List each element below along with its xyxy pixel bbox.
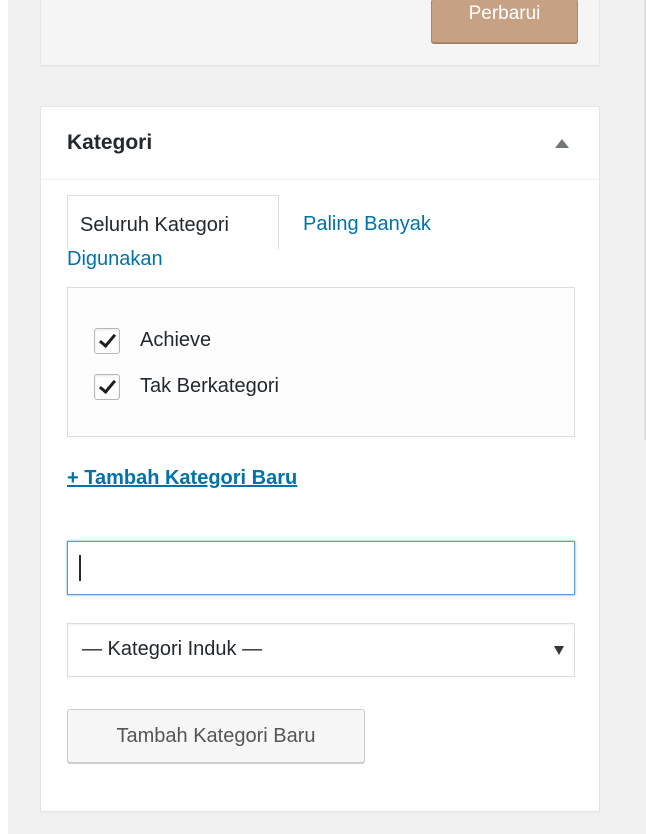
tab-most-used-line2[interactable]: Digunakan (67, 248, 163, 271)
tab-all-categories[interactable]: Seluruh Kategori (67, 195, 279, 249)
category-checklist: Achieve Tak Berkategori (67, 287, 575, 437)
scrollbar[interactable] (640, 0, 646, 834)
triangle-up-icon[interactable] (555, 139, 569, 148)
add-category-button[interactable]: Tambah Kategori Baru (67, 709, 365, 763)
parent-category-selected: — Kategori Induk — (82, 638, 263, 660)
category-box-header[interactable]: Kategori (41, 107, 599, 180)
text-cursor (79, 555, 81, 581)
checkmark-icon (98, 375, 117, 395)
checkmark-icon (98, 329, 117, 349)
update-button[interactable]: Perbarui (431, 0, 578, 43)
category-box: Kategori Seluruh Kategori Paling Banyak … (40, 106, 600, 812)
parent-category-select[interactable]: — Kategori Induk — (67, 623, 575, 677)
category-label[interactable]: Tak Berkategori (140, 375, 279, 398)
chevron-down-icon (554, 646, 564, 655)
category-box-title: Kategori (67, 131, 153, 154)
new-category-input[interactable] (67, 541, 575, 595)
category-label[interactable]: Achieve (140, 329, 211, 352)
add-category-link[interactable]: + Tambah Kategori Baru (67, 467, 297, 490)
checkbox-uncategorized[interactable] (94, 374, 120, 400)
checkbox-achieve[interactable] (94, 328, 120, 354)
left-edge (0, 0, 8, 834)
publish-box: Perbarui (40, 0, 600, 66)
tab-most-used[interactable]: Paling Banyak (303, 213, 431, 236)
